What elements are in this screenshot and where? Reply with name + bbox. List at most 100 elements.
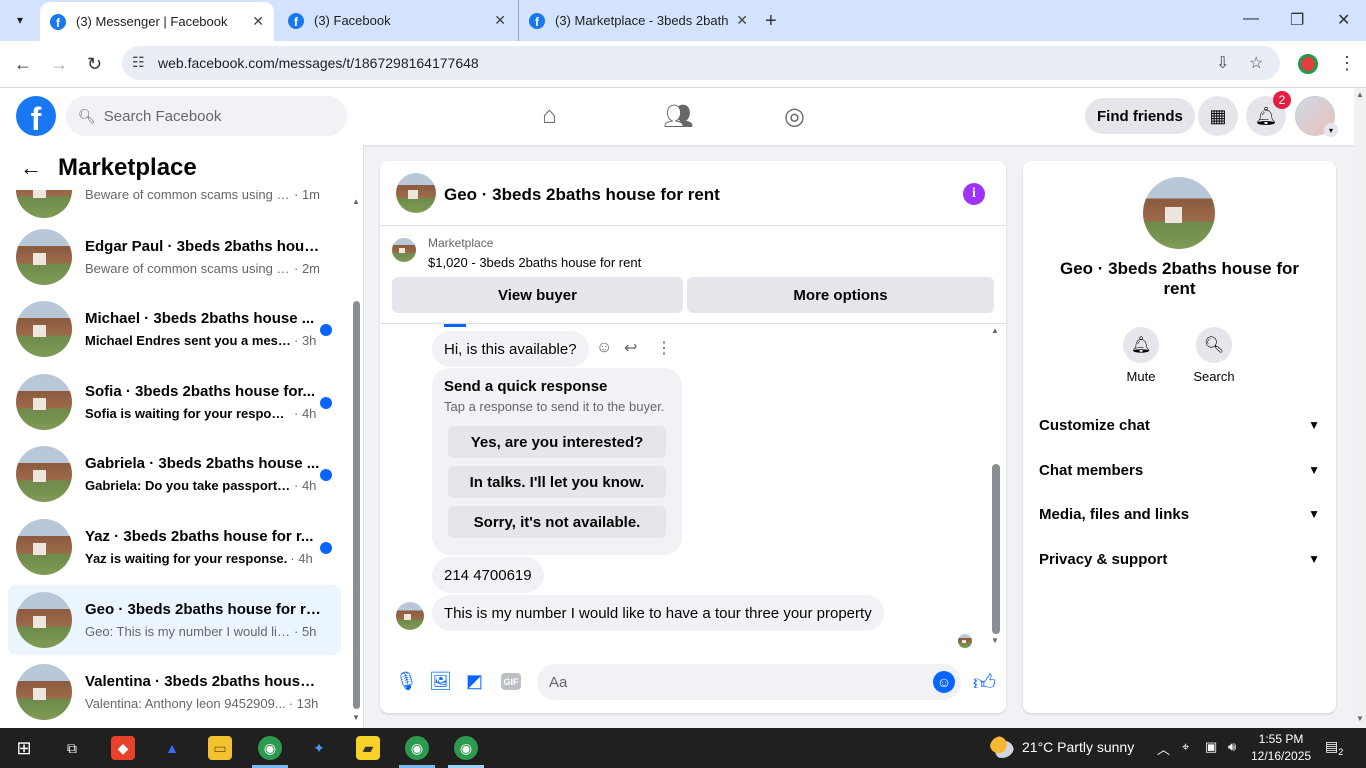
react-emoji-icon[interactable]: ☺ (596, 339, 612, 357)
chrome-active-icon[interactable]: ◉ (454, 736, 478, 760)
scroll-up-icon[interactable]: ▲ (352, 197, 360, 206)
thumbs-up-icon[interactable]: 👍︎ (973, 669, 996, 696)
conversation-item-selected[interactable]: Geo · 3beds 2baths house for rent Geo: T… (8, 585, 341, 655)
seen-receipt-avatar (958, 634, 972, 648)
mute-button[interactable]: 🔔︎ Mute (1111, 327, 1171, 384)
conversation-item[interactable]: Yaz · 3beds 2baths house for r... Yaz is… (8, 512, 341, 582)
url-text[interactable]: web.facebook.com/messages/t/186729816417… (158, 55, 479, 71)
media-files-links-row[interactable]: Media, files and links ▼ (1039, 494, 1320, 534)
reload-icon[interactable]: ↻ (87, 54, 102, 75)
restore-icon[interactable]: ❐ (1290, 10, 1304, 30)
view-buyer-button[interactable]: View buyer (392, 277, 683, 313)
listing-thumbnail[interactable] (392, 238, 416, 262)
chat-members-row[interactable]: Chat members ▼ (1039, 450, 1320, 490)
back-arrow-icon[interactable]: ← (20, 155, 42, 181)
message-bubble[interactable]: Hi, is this available? (432, 331, 589, 367)
tab-close-icon[interactable]: ✕ (494, 12, 506, 29)
notification-center-icon[interactable]: ▤2 (1325, 738, 1343, 757)
home-icon[interactable]: ⌂ (542, 102, 557, 130)
tab-close-icon[interactable]: ✕ (736, 12, 748, 29)
chat-scrollbar[interactable]: ▲ ▼ (990, 324, 1002, 654)
facebook-search[interactable]: 🔍︎ (66, 96, 347, 136)
facebook-search-input[interactable] (103, 107, 324, 125)
gif-icon[interactable]: GIF (501, 673, 521, 690)
chrome-icon[interactable]: ◉ (258, 736, 282, 760)
scroll-up-icon[interactable]: ▲ (991, 326, 999, 335)
chrome-profile-icon[interactable]: ◉ (405, 736, 429, 760)
message-input[interactable] (537, 664, 961, 700)
scrollbar-thumb[interactable] (353, 301, 360, 709)
bookmark-star-icon[interactable]: ☆ (1249, 53, 1263, 73)
customize-chat-row[interactable]: Customize chat ▼ (1039, 405, 1320, 445)
scroll-down-icon[interactable]: ▼ (991, 636, 999, 645)
info-icon[interactable]: i (963, 183, 985, 205)
file-explorer-icon[interactable]: ▭ (208, 736, 232, 760)
menu-grid-icon[interactable]: ▦ (1198, 96, 1238, 136)
scrollbar-thumb[interactable] (992, 464, 1000, 634)
chat-title[interactable]: Geo · 3beds 2baths house for rent (444, 185, 720, 205)
photo-icon[interactable]: 🖼︎ (429, 671, 452, 692)
facebook-logo-icon[interactable]: f (16, 96, 56, 136)
quick-response-option[interactable]: In talks. I'll let you know. (448, 466, 666, 498)
find-friends-button[interactable]: Find friends (1085, 98, 1195, 134)
weather-widget[interactable]: 21°C Partly sunny (990, 736, 1134, 758)
task-view-icon[interactable]: ⧉ (60, 736, 84, 760)
conversation-item[interactable]: Sofia · 3beds 2baths house for... Sofia … (8, 367, 341, 437)
anydesk-icon[interactable]: ◆ (111, 736, 135, 760)
chat-avatar[interactable] (396, 173, 436, 213)
privacy-support-row[interactable]: Privacy & support ▼ (1039, 539, 1320, 579)
groups-icon[interactable]: ◎ (784, 102, 805, 131)
conversation-item[interactable]: Valentina · 3beds 2baths house f... Vale… (8, 657, 341, 727)
browser-tab-facebook[interactable]: f (3) Facebook ✕ (278, 0, 516, 41)
forward-arrow-icon[interactable]: → (50, 54, 68, 75)
sticky-notes-icon[interactable]: ▰ (356, 736, 380, 760)
conversation-item[interactable]: Edgar Paul · 3beds 2baths house... Bewar… (8, 222, 341, 292)
more-options-button[interactable]: More options (687, 277, 994, 313)
page-scrollbar[interactable]: ▲ ▼ (1354, 88, 1366, 728)
sidebar-scrollbar[interactable]: ▲ ▼ (352, 197, 360, 723)
tab-close-icon[interactable]: ✕ (252, 13, 264, 30)
reply-icon[interactable]: ↩ (624, 338, 637, 358)
network-icon[interactable]: ▣ (1205, 739, 1217, 755)
location-icon[interactable]: ⌖ (1182, 739, 1189, 755)
message-bubble[interactable]: 214 4700619 (432, 557, 544, 593)
search-conversation-button[interactable]: 🔍︎ Search (1184, 327, 1244, 384)
tab-search-chevron-icon[interactable]: ▾ (8, 8, 32, 32)
scroll-down-icon[interactable]: ▼ (1356, 714, 1364, 723)
minimize-icon[interactable]: — (1243, 10, 1259, 28)
browser-profile-icon[interactable] (1298, 54, 1318, 74)
site-info-icon[interactable]: ☷ (132, 54, 145, 71)
conversation-item[interactable]: Michael · 3beds 2baths house ... Michael… (8, 294, 341, 364)
more-actions-icon[interactable]: ⋮ (656, 338, 672, 358)
conversation-item[interactable]: Gabriela · 3beds 2baths house ... Gabrie… (8, 439, 341, 509)
windows-start-icon[interactable]: ⊞ (12, 736, 36, 760)
listing-photo (1143, 177, 1215, 249)
volume-icon[interactable]: 🔊︎ (1228, 739, 1236, 755)
quick-response-option[interactable]: Sorry, it's not available. (448, 506, 666, 538)
quick-response-option[interactable]: Yes, are you interested? (448, 426, 666, 458)
browser-tab-marketplace[interactable]: f (3) Marketplace - 3beds 2baths ✕ (518, 0, 758, 41)
clock[interactable]: 1:55 PM 12/16/2025 (1251, 731, 1311, 765)
scroll-down-icon[interactable]: ▼ (352, 713, 360, 722)
listing-price-title[interactable]: $1,020 - 3beds 2baths house for rent (428, 255, 641, 270)
app-icon[interactable]: ✦ (307, 736, 331, 760)
sticker-icon[interactable]: ◩ (466, 671, 483, 692)
back-arrow-icon[interactable]: ← (14, 54, 32, 75)
bell-icon: 🔔︎ (1123, 327, 1159, 363)
browser-menu-icon[interactable]: ⋮ (1338, 53, 1356, 74)
friends-icon[interactable]: 👥︎ (663, 102, 693, 131)
sender-avatar[interactable] (396, 602, 424, 630)
message-bubble[interactable]: This is my number I would like to have a… (432, 595, 884, 631)
microphone-icon[interactable]: 🎙︎ (395, 671, 418, 692)
install-app-icon[interactable]: ⇩ (1216, 53, 1229, 73)
nordvpn-icon[interactable]: ▲ (160, 736, 184, 760)
browser-tab-messenger[interactable]: f (3) Messenger | Facebook ✕ (40, 2, 274, 41)
emoji-icon[interactable]: ☺ (933, 671, 955, 693)
account-avatar[interactable]: ▾ (1295, 96, 1338, 137)
window-close-icon[interactable]: ✕ (1337, 10, 1350, 30)
tray-chevron-up-icon[interactable]: ︿ (1157, 739, 1170, 758)
facebook-top-bar: f 🔍︎ ⌂ 👥︎ ◎ Find friends ▦ 🔔︎ 2 ▾ (0, 88, 1354, 145)
new-tab-plus-icon[interactable]: + (765, 10, 777, 33)
scroll-up-icon[interactable]: ▲ (1356, 90, 1364, 99)
omnibox[interactable]: ☷ web.facebook.com/messages/t/1867298164… (122, 46, 1280, 80)
